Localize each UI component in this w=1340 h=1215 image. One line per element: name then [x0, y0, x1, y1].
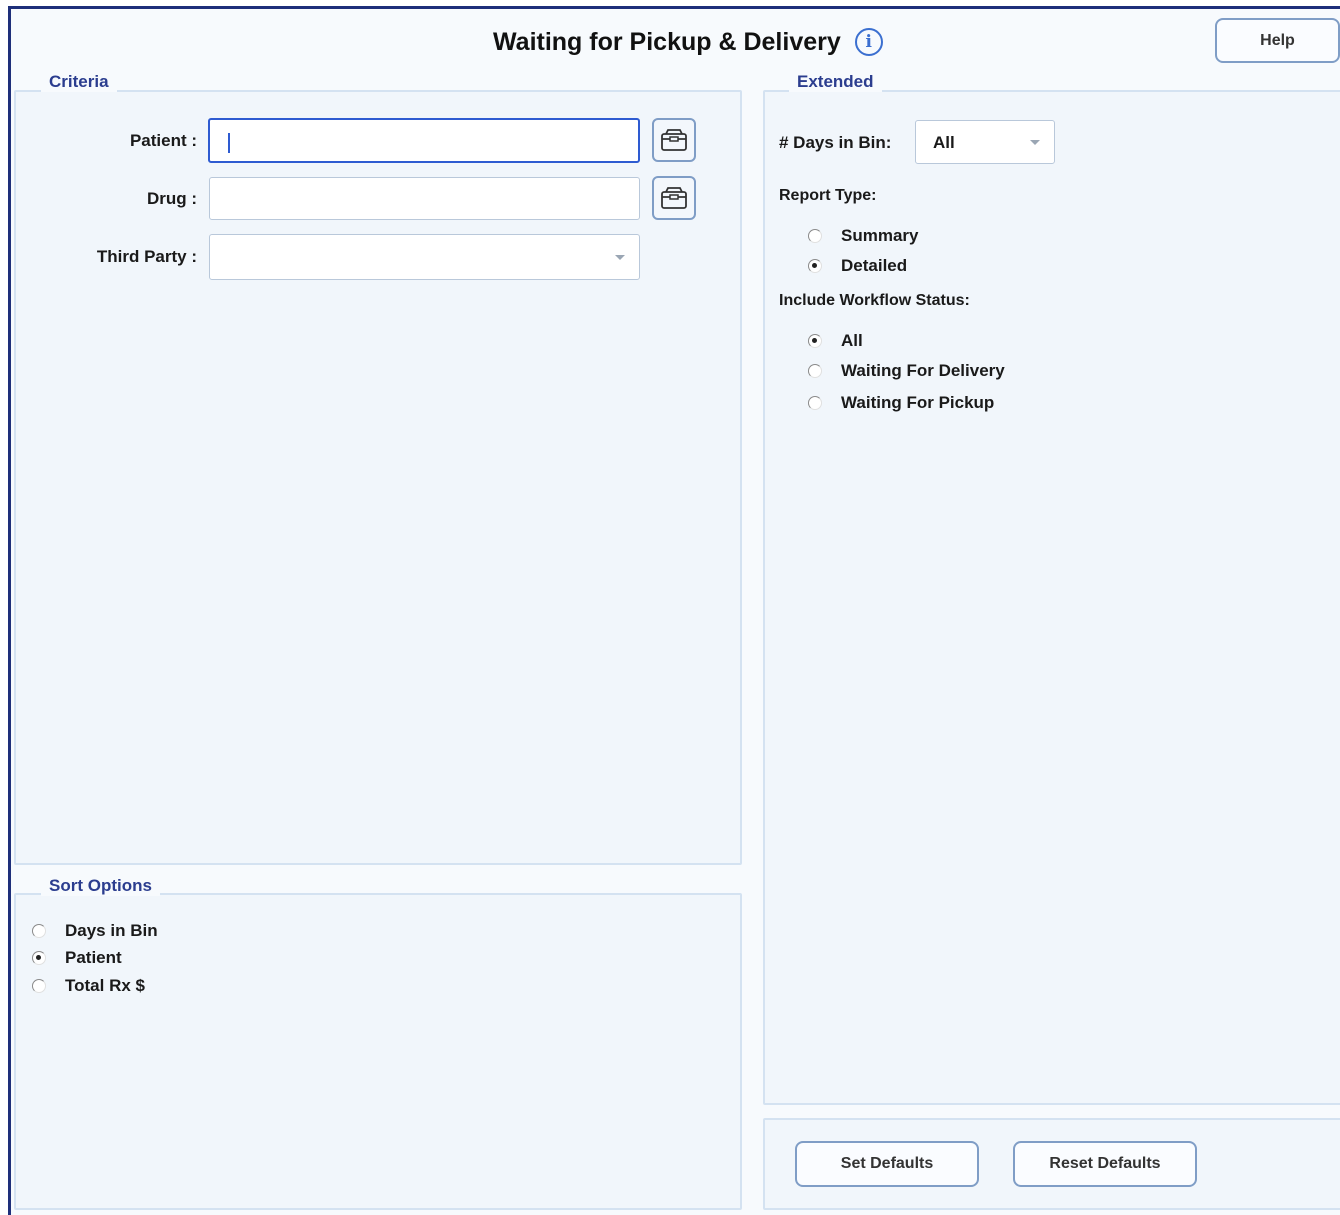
radio-label: Patient: [65, 948, 122, 967]
info-icon[interactable]: i: [854, 28, 883, 56]
days-in-bin-value: All: [933, 133, 955, 152]
workflow-delivery-radio[interactable]: Waiting For Delivery: [808, 361, 1005, 381]
set-defaults-button[interactable]: Set Defaults: [795, 1141, 979, 1187]
reset-defaults-button[interactable]: Reset Defaults: [1013, 1141, 1197, 1187]
report-type-summary-radio[interactable]: Summary: [808, 226, 918, 246]
drug-label: Drug :: [146, 189, 197, 208]
workflow-pickup-radio[interactable]: Waiting For Pickup: [808, 393, 994, 413]
radio-button[interactable]: [808, 229, 822, 243]
third-party-select[interactable]: [209, 234, 640, 280]
radio-label: Waiting For Pickup: [841, 393, 995, 412]
lookup-icon: [661, 187, 687, 209]
radio-label: Summary: [841, 226, 919, 245]
radio-button[interactable]: [32, 924, 46, 938]
radio-button[interactable]: [808, 364, 822, 378]
radio-label: All: [841, 331, 863, 350]
extended-legend: Extended: [789, 72, 882, 92]
radio-button[interactable]: [32, 979, 46, 993]
days-in-bin-label: # Days in Bin:: [779, 133, 892, 152]
criteria-legend: Criteria: [41, 72, 117, 92]
drug-lookup-button[interactable]: [652, 176, 696, 220]
radio-label: Days in Bin: [65, 921, 158, 940]
radio-label: Waiting For Delivery: [841, 361, 1005, 380]
report-type-label: Report Type:: [779, 187, 877, 204]
sort-patient-radio[interactable]: Patient: [32, 948, 122, 968]
header: Waiting for Pickup & Delivery i: [493, 26, 883, 58]
lookup-icon: [661, 129, 687, 151]
drug-input[interactable]: [209, 177, 640, 220]
workflow-status-label: Include Workflow Status:: [779, 292, 970, 309]
text-caret: [228, 133, 230, 153]
radio-button[interactable]: [808, 259, 822, 273]
radio-button[interactable]: [808, 396, 822, 410]
page-title: Waiting for Pickup & Delivery: [493, 27, 841, 56]
sort-days-in-bin-radio[interactable]: Days in Bin: [32, 921, 158, 941]
radio-button[interactable]: [808, 334, 822, 348]
sort-total-rx-radio[interactable]: Total Rx $: [32, 976, 145, 996]
chevron-down-icon: [1030, 140, 1040, 145]
radio-label: Detailed: [841, 256, 908, 275]
workflow-all-radio[interactable]: All: [808, 331, 863, 351]
days-in-bin-select[interactable]: All: [915, 120, 1055, 164]
patient-label: Patient :: [129, 131, 197, 150]
radio-button[interactable]: [32, 951, 46, 965]
patient-lookup-button[interactable]: [652, 118, 696, 162]
sort-options-legend: Sort Options: [41, 876, 160, 896]
report-type-detailed-radio[interactable]: Detailed: [808, 256, 907, 276]
radio-label: Total Rx $: [65, 976, 145, 995]
patient-input[interactable]: [208, 118, 640, 163]
help-button[interactable]: Help: [1215, 18, 1340, 63]
third-party-label: Third Party :: [96, 247, 197, 266]
chevron-down-icon: [615, 255, 625, 260]
